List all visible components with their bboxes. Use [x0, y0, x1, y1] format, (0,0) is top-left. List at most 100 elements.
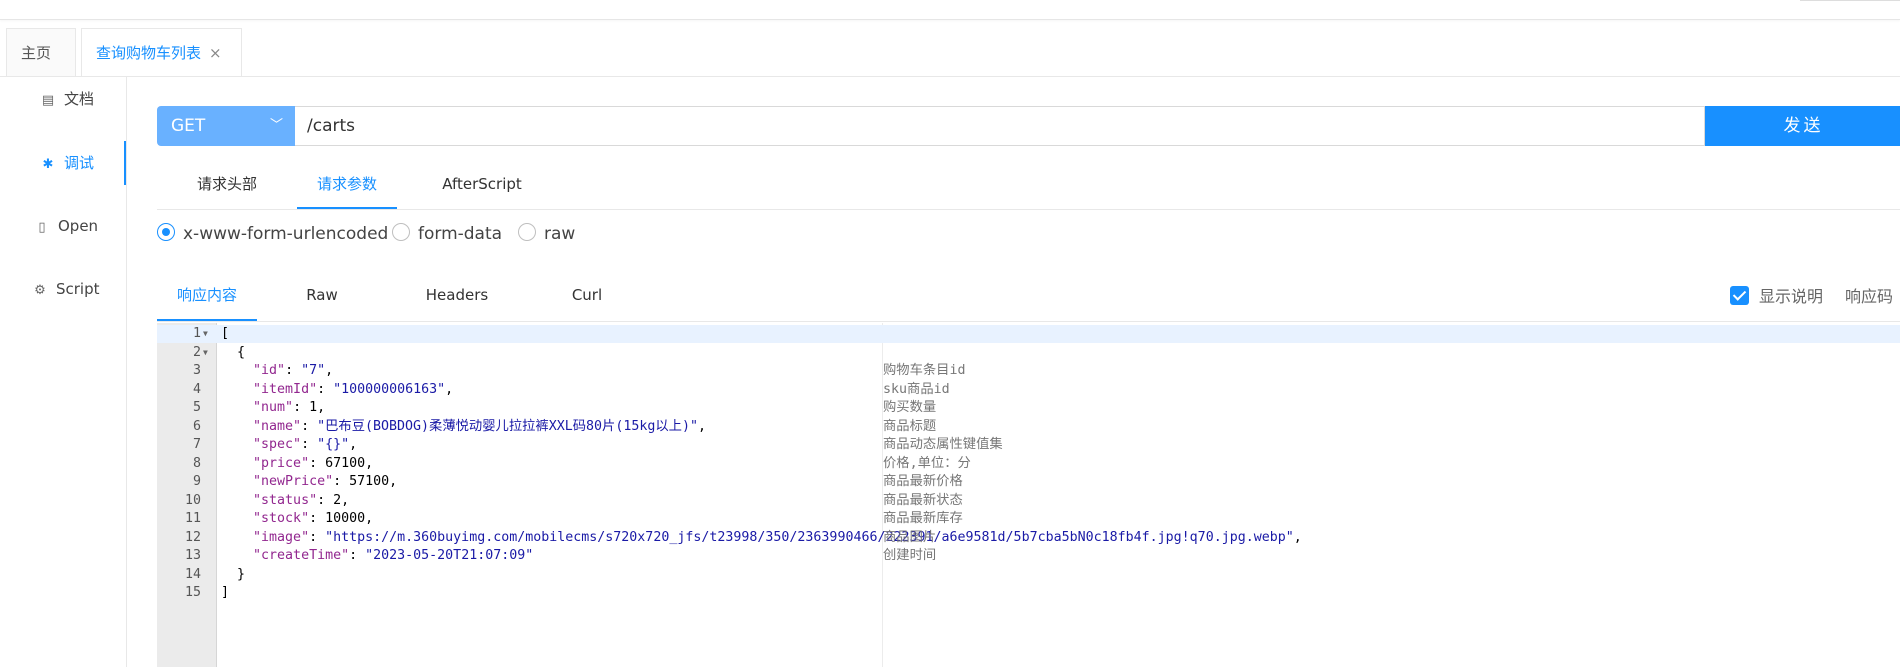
send-button[interactable]: 发送 [1705, 106, 1900, 146]
radio-label: form-data [418, 224, 503, 244]
json-key: "image" [253, 529, 310, 545]
radio-raw[interactable]: raw [518, 222, 575, 246]
json-value: "{}" [317, 437, 350, 452]
tab-home[interactable]: 主页 [6, 28, 76, 76]
line-number: 15 [184, 585, 201, 600]
response-code-editor[interactable]: 1 ▼[2 ▼ {3 "id": "7", 购物车条目id 4 "itemId": "1… [157, 323, 1900, 667]
side-nav: ▤ 文档 ✱ 调试 ▯ Open ⚙ Script [0, 77, 127, 667]
json-key: "itemId" [253, 381, 318, 397]
show-description-toggle[interactable]: 显示说明 [1730, 283, 1823, 307]
code-line: 6 "name": "巴布豆(BOBDOG)柔薄悦动婴儿拉拉裤XXL码80片(1… [157, 418, 1900, 436]
code-text: "id": "7", [253, 363, 334, 378]
close-icon[interactable]: × [209, 44, 222, 62]
tab-headers[interactable]: Headers [407, 276, 507, 321]
tab-raw[interactable]: Raw [282, 276, 362, 321]
json-value: "7" [301, 363, 326, 378]
document-icon: ▤ [41, 93, 55, 108]
field-description: 商品最新库存 [883, 511, 963, 526]
file-icon: ▯ [38, 220, 46, 235]
tab-afterscript[interactable]: AfterScript [422, 162, 542, 209]
fold-toggle-icon[interactable]: ▼ [203, 325, 208, 343]
sidebar-item-debug[interactable]: ✱ 调试 [0, 141, 126, 185]
field-description: 商品图片 [883, 529, 937, 545]
code-text: "itemId": "100000006163", [253, 381, 454, 397]
line-number: 3 [192, 363, 201, 378]
sidebar-item-open[interactable]: ▯ Open [0, 204, 160, 248]
json-key: "stock" [253, 511, 310, 526]
code-text: "newPrice": 57100, [253, 474, 398, 489]
page-tabs: 主页 查询购物车列表 × [0, 28, 1900, 77]
radio-label: raw [544, 224, 576, 244]
header-corner-line [1800, 0, 1900, 1]
code-line: 4 "itemId": "100000006163", [157, 381, 1900, 399]
radio-circle [392, 223, 410, 241]
code-line: 2 ▼ { [157, 344, 1900, 362]
line-number: 12 [184, 529, 201, 545]
line-number: 13 [184, 548, 201, 563]
tab-cart-list[interactable]: 查询购物车列表 × [81, 28, 242, 76]
tab-request-headers[interactable]: 请求头部 [157, 162, 297, 209]
json-key: "name" [253, 418, 302, 434]
request-bar: GET﹀ /carts 发送 重置 [157, 106, 1900, 146]
code-text: "createTime": "2023-05-20T21:07:09" [253, 548, 534, 563]
json-key: "num" [253, 400, 294, 415]
code-line: 9 "newPrice": 57100, [157, 473, 1900, 491]
code-text: "status": 2, [253, 492, 350, 508]
field-description: 创建时间 [883, 548, 937, 563]
checkbox-checked-icon[interactable] [1730, 286, 1749, 305]
json-value: 10000 [325, 511, 366, 526]
url-input[interactable]: /carts [295, 106, 1705, 146]
line-number: 7 [192, 437, 201, 452]
radio-circle [518, 223, 536, 241]
sidebar-item-label: Open [58, 217, 99, 235]
code-text: "price": 67100, [253, 455, 374, 471]
sidebar-item-script[interactable]: ⚙ Script [0, 267, 158, 311]
json-value: 2 [333, 492, 342, 508]
bug-icon: ✱ [42, 157, 54, 172]
code-text: { [237, 344, 246, 360]
code-line: 11 "stock": 10000, [157, 510, 1900, 528]
line-number: 14 [184, 566, 201, 582]
chevron-down-icon: ﹀ [269, 118, 283, 133]
json-value: 1 [309, 400, 318, 415]
json-value: "巴布豆(BOBDOG)柔薄悦动婴儿拉拉裤XXL码80片(15kg以上)" [317, 418, 698, 434]
json-value: "https://m.360buyimg.com/mobilecms/s720x… [325, 529, 1294, 545]
radio-form-data[interactable]: form-data [392, 222, 502, 246]
code-line: 5 "num": 1, [157, 399, 1900, 417]
json-value: "2023-05-20T21:07:09" [365, 548, 534, 563]
sidebar-item-docs[interactable]: ▤ 文档 [0, 77, 166, 121]
field-description: 商品最新状态 [883, 492, 963, 508]
code-line: 8 "price": 67100, [157, 455, 1900, 473]
code-text: "stock": 10000, [253, 511, 374, 526]
sidebar-item-label: Script [56, 280, 100, 298]
json-key: "price" [253, 455, 310, 471]
tab-request-params[interactable]: 请求参数 [297, 162, 397, 209]
code-line: 12 "image": "https://m.360buyimg.com/mob… [157, 529, 1900, 547]
method-select[interactable]: GET ﹀ [157, 106, 295, 146]
sidebar-item-label: 调试 [64, 154, 95, 172]
code-text: "num": 1, [253, 400, 326, 415]
field-description: 商品动态属性键值集 [883, 437, 1003, 452]
radio-label: x-www-form-urlencoded [183, 224, 389, 244]
tab-response-content[interactable]: 响应内容 [157, 276, 257, 321]
tab-curl[interactable]: Curl [547, 276, 627, 321]
json-value: "100000006163" [333, 381, 446, 397]
field-description: 商品标题 [883, 418, 937, 434]
fold-toggle-icon[interactable]: ▼ [203, 344, 208, 362]
sidebar-item-label: 文档 [64, 90, 95, 108]
line-number: 2 [192, 344, 201, 360]
json-value: 57100 [349, 474, 390, 489]
method-value: GET [171, 116, 206, 136]
code-text: ] [221, 585, 230, 600]
request-tabs: 请求头部 请求参数 AfterScript [157, 162, 1900, 210]
line-number: 5 [192, 400, 201, 415]
field-description: 购买数量 [883, 400, 937, 415]
response-tabs: 响应内容 Raw Headers Curl 显示说明 响应码 [157, 276, 1900, 322]
field-description: 价格,单位：分 [883, 455, 971, 471]
field-description: 购物车条目id [883, 363, 966, 378]
code-text: "image": "https://m.360buyimg.com/mobile… [253, 529, 1302, 545]
radio-urlencoded[interactable]: x-www-form-urlencoded [157, 222, 388, 246]
code-line: 10 "status": 2, [157, 492, 1900, 510]
response-code-label: 响应码 [1845, 287, 1894, 306]
code-line: 13 "createTime": "2023-05-20T21:07:09" [157, 547, 1900, 565]
